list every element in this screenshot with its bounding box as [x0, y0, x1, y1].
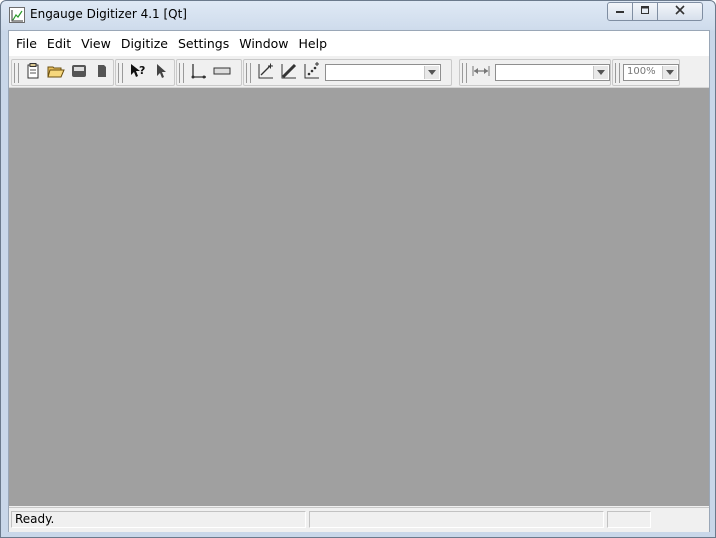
status-cell-2	[309, 511, 604, 528]
axis-point-icon	[190, 62, 208, 84]
measure-toolbar	[459, 59, 611, 86]
zoom-select[interactable]: 100%	[623, 64, 679, 81]
chevron-down-icon[interactable]	[593, 66, 608, 79]
menu-edit[interactable]: Edit	[42, 31, 76, 56]
new-document-button[interactable]	[22, 62, 45, 84]
file-toolbar	[11, 59, 114, 86]
svg-text:?: ?	[139, 64, 145, 77]
toolbar-row: ? 100%	[9, 57, 709, 88]
size-grip[interactable]	[654, 511, 706, 528]
zoom-toolbar: 100%	[612, 59, 680, 86]
maximize-button[interactable]	[633, 2, 658, 21]
segment-fill-icon	[280, 62, 298, 84]
zoom-value: 100%	[627, 66, 656, 77]
new-document-icon	[24, 62, 42, 84]
measure-button[interactable]	[470, 62, 493, 84]
scale-bar-icon	[213, 62, 231, 84]
segment-fill-button[interactable]	[277, 62, 300, 84]
menu-file[interactable]: File	[9, 31, 42, 56]
minimize-button[interactable]	[607, 2, 633, 21]
select-pointer-icon	[152, 62, 170, 84]
close-icon	[675, 5, 685, 18]
caption-buttons	[607, 2, 707, 21]
toolbar-handle[interactable]	[246, 62, 251, 83]
toolbar-handle[interactable]	[615, 62, 620, 83]
save-icon	[70, 62, 88, 84]
toolbar-handle[interactable]	[179, 62, 184, 83]
mdi-workspace[interactable]	[9, 88, 709, 506]
curve-point-button[interactable]	[254, 62, 277, 84]
curve-select[interactable]	[325, 64, 441, 81]
status-cell-3	[607, 511, 651, 528]
scale-bar-button[interactable]	[210, 62, 233, 84]
help-toolbar: ?	[115, 59, 175, 86]
axis-point-button[interactable]	[187, 62, 210, 84]
close-button[interactable]	[658, 2, 703, 21]
curve-point-icon	[257, 62, 275, 84]
whats-this-icon: ?	[129, 62, 147, 84]
save-button[interactable]	[68, 62, 91, 84]
menu-bar: File Edit View Digitize Settings Window …	[9, 31, 709, 56]
curve-toolbar	[243, 59, 452, 86]
status-message: Ready.	[11, 511, 306, 528]
open-button[interactable]	[45, 62, 68, 84]
toolbar-handle[interactable]	[14, 62, 19, 83]
print-icon	[93, 62, 111, 84]
app-window: Engauge Digitizer 4.1 [Qt] File Edit Vie…	[0, 0, 716, 538]
whats-this-button[interactable]: ?	[126, 62, 149, 84]
menu-view[interactable]: View	[76, 31, 116, 56]
measure-select[interactable]	[495, 64, 610, 81]
toolbar-handle[interactable]	[462, 62, 467, 83]
open-folder-icon	[47, 62, 65, 84]
select-button[interactable]	[149, 62, 172, 84]
status-bar: Ready.	[9, 507, 709, 532]
maximize-icon	[640, 5, 650, 18]
measure-distance-icon	[472, 62, 490, 84]
chart-icon	[9, 7, 25, 23]
menu-settings[interactable]: Settings	[173, 31, 234, 56]
point-match-icon	[303, 61, 321, 84]
minimize-icon	[615, 5, 625, 18]
chevron-down-icon[interactable]	[662, 66, 677, 79]
title-bar[interactable]: Engauge Digitizer 4.1 [Qt]	[1, 1, 715, 29]
main-client-area: File Edit View Digitize Settings Window …	[8, 30, 710, 532]
menu-digitize[interactable]: Digitize	[116, 31, 173, 56]
print-button[interactable]	[90, 62, 113, 84]
axis-toolbar	[176, 59, 242, 86]
chevron-down-icon[interactable]	[424, 66, 439, 79]
menu-window[interactable]: Window	[234, 31, 293, 56]
menu-help[interactable]: Help	[294, 31, 333, 56]
point-match-button[interactable]	[300, 61, 323, 84]
window-title: Engauge Digitizer 4.1 [Qt]	[30, 7, 187, 21]
toolbar-handle[interactable]	[118, 62, 123, 83]
